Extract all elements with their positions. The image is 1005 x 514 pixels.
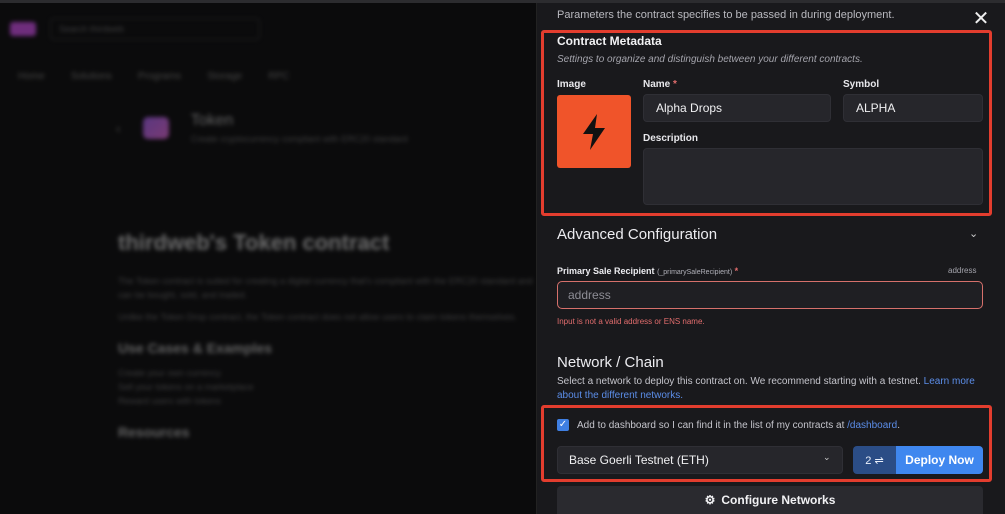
image-upload[interactable]: [557, 95, 631, 168]
bg-paragraph: The Token contract is suited for creatin…: [118, 276, 533, 300]
chevron-down-icon[interactable]: ⌄: [969, 227, 978, 240]
background-page: Search thirdweb Home Solutions Programs …: [0, 0, 536, 514]
deploy-now-button[interactable]: Deploy Now: [896, 446, 983, 474]
back-chevron-icon: ‹: [116, 120, 121, 136]
name-input[interactable]: Alpha Drops: [643, 94, 831, 122]
chevron-down-icon: ⌄: [823, 452, 831, 462]
contract-metadata-title: Contract Metadata: [557, 34, 662, 48]
symbol-label: Symbol: [843, 79, 880, 90]
primary-sale-recipient-input[interactable]: address: [557, 281, 983, 309]
configure-networks-label: Configure Networks: [721, 493, 836, 507]
bg-paragraph: Unlike the Token Drop contract, the Toke…: [118, 312, 517, 322]
network-select[interactable]: Base Goerli Testnet (ETH): [557, 446, 843, 474]
bg-list-item: Create your own currency: [118, 368, 222, 378]
transaction-count-button[interactable]: 2 ⇌: [853, 446, 896, 474]
bg-contract-header: ‹ Token Create cryptocurrency compliant …: [0, 94, 536, 144]
parameters-intro: Parameters the contract specifies to be …: [557, 9, 895, 21]
bg-list-item: Reward users with tokens: [118, 396, 222, 406]
network-chain-title: Network / Chain: [557, 354, 664, 371]
close-icon: ✕: [972, 8, 990, 30]
bg-nav-item: RPC: [268, 70, 290, 82]
add-to-dashboard-checkbox[interactable]: ✓: [557, 419, 569, 431]
psr-param-name: (_primarySaleRecipient): [657, 269, 733, 276]
contract-metadata-subtitle: Settings to organize and distinguish bet…: [557, 54, 863, 65]
bg-nav-item: Solutions: [70, 70, 112, 82]
bg-list: Create your own currency Sell your token…: [118, 366, 536, 408]
token-icon: [142, 117, 169, 139]
network-desc-text: Select a network to deploy this contract…: [557, 376, 921, 387]
name-label: Name *: [643, 79, 677, 90]
network-description: Select a network to deploy this contract…: [557, 375, 983, 403]
advanced-configuration-title[interactable]: Advanced Configuration: [557, 226, 717, 243]
bg-token-title: Token: [190, 112, 234, 129]
bg-nav-item: Storage: [207, 70, 243, 82]
checkbox-label-text: Add to dashboard so I can find it in the…: [577, 420, 845, 431]
bg-section-title: Use Cases & Examples: [118, 340, 273, 356]
gear-icon: ⚙: [704, 493, 716, 507]
configure-networks-button[interactable]: ⚙ Configure Networks: [557, 486, 983, 514]
name-label-text: Name: [643, 79, 671, 90]
bg-nav-item: Programs: [137, 70, 182, 82]
symbol-input[interactable]: ALPHA: [843, 94, 983, 122]
bg-search-input: Search thirdweb: [50, 18, 260, 40]
psr-type-label: address: [948, 266, 977, 275]
thirdweb-logo: [10, 22, 36, 36]
bg-nav-item: Home: [18, 70, 45, 82]
check-icon: ✓: [558, 419, 568, 430]
lightning-icon: [583, 113, 605, 150]
description-textarea[interactable]: [643, 148, 983, 205]
primary-sale-recipient-label: Primary Sale Recipient (_primarySaleReci…: [557, 266, 738, 276]
close-button[interactable]: ✕: [969, 8, 993, 30]
bg-nav: Home Solutions Programs Storage RPC: [0, 58, 536, 94]
required-mark: *: [673, 79, 677, 90]
period: .: [897, 420, 900, 431]
description-label: Description: [643, 133, 699, 144]
dashboard-link[interactable]: /dashboard: [847, 420, 897, 431]
bg-list-item: Sell your tokens on a marketplace: [118, 382, 254, 392]
add-to-dashboard-label: Add to dashboard so I can find it in the…: [577, 420, 900, 431]
bg-topbar: Search thirdweb: [0, 0, 536, 58]
bg-section-title: Resources: [118, 424, 190, 440]
bg-heading: thirdweb's Token contract: [118, 230, 390, 255]
bg-token-sub: Create cryptocurrency compliant with ERC…: [190, 134, 408, 144]
image-label: Image: [557, 79, 586, 90]
psr-label-text: Primary Sale Recipient: [557, 266, 655, 276]
top-divider: [0, 0, 1005, 3]
required-mark: *: [734, 266, 739, 276]
address-error-message: Input is not a valid address or ENS name…: [557, 317, 705, 326]
